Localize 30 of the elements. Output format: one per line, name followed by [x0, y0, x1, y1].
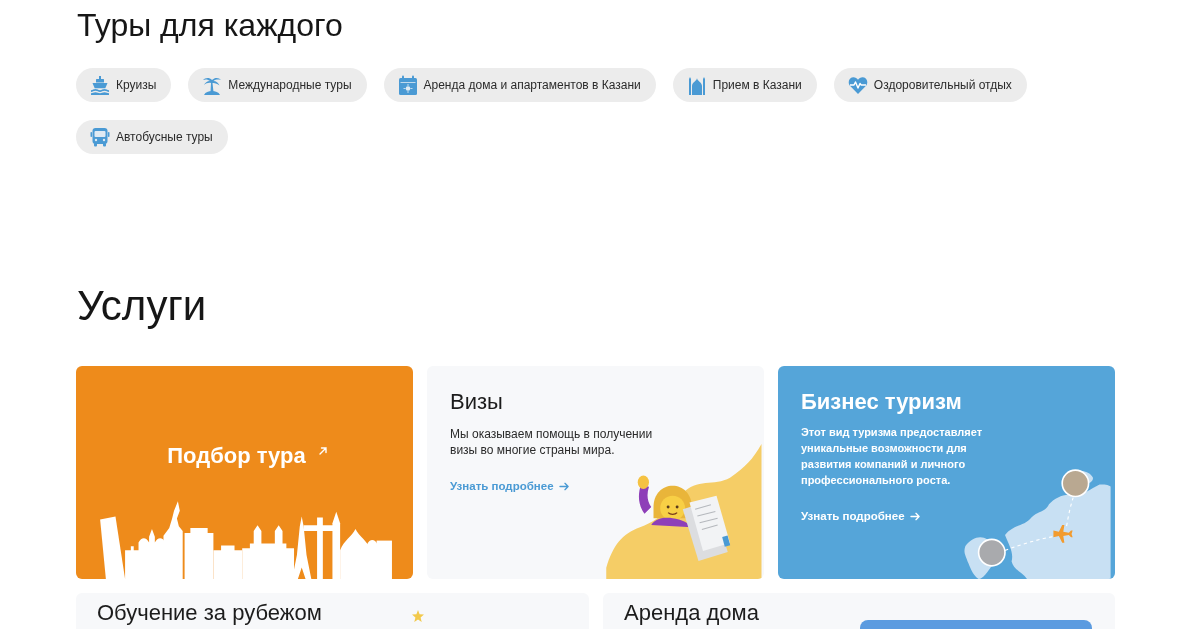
card-title: Визы [450, 388, 504, 416]
card-title: Аренда дома [624, 600, 759, 626]
photo-placeholder [977, 538, 1006, 567]
category-chip[interactable]: Оздоровительный отдых [833, 68, 1027, 102]
category-chip[interactable]: Аренда дома и апартаментов в Казани [383, 68, 656, 102]
mosque-icon [686, 75, 707, 95]
category-chip[interactable]: Международные туры [188, 68, 367, 102]
section-heading: Услуги [77, 282, 208, 330]
palm-tree-icon [202, 75, 223, 95]
star-icon [411, 610, 424, 622]
heart-pulse-icon [847, 75, 868, 95]
ship-icon [90, 75, 110, 95]
person-raising-hand-icon [637, 475, 692, 528]
arrow-right-icon [909, 511, 921, 521]
document-icon [682, 495, 731, 561]
card-description: Этот вид туризма предоставляет уникальные возможности для развития компаний и личного профессионального роста. [801, 425, 984, 488]
category-chip[interactable]: Прием в Казани [672, 68, 817, 102]
arrow-right-icon [558, 481, 570, 491]
calendar-icon [397, 75, 418, 95]
airplane-icon [1053, 525, 1073, 543]
card-title: Бизнес туризм [801, 388, 963, 416]
arrow-up-right-icon [317, 446, 328, 456]
category-chip[interactable]: Круизы [76, 68, 172, 102]
bus-icon [90, 127, 110, 147]
card-title: Обучение за рубежом [97, 600, 322, 626]
section-heading: Туры для каждого [77, 6, 344, 44]
category-chip[interactable]: Автобусные туры [76, 120, 228, 154]
photo-placeholder [1061, 469, 1090, 498]
route-line [1004, 497, 1074, 551]
card-description: Мы оказываем помощь в получении визы во многие страны мира. [450, 426, 654, 458]
